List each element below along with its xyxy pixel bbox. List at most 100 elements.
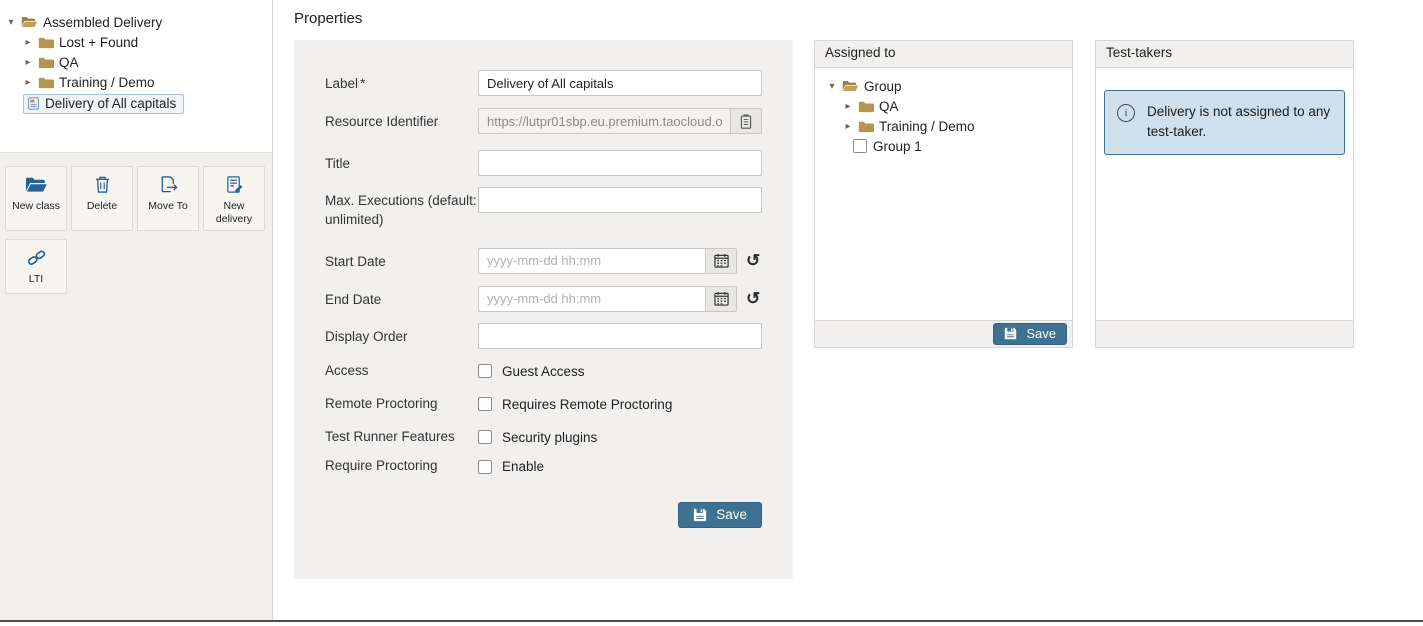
tree-item-label: Delivery of All capitals [45,96,176,111]
tree-item-label: Assembled Delivery [43,15,162,30]
info-icon: i [1117,104,1135,122]
new-delivery-button[interactable]: New delivery [203,166,265,231]
info-message: Delivery is not assigned to any test-tak… [1147,102,1332,143]
assigned-to-save-button[interactable]: Save [993,323,1067,345]
properties-form: Label* Resource Identifier Title Max. Ex… [294,40,793,579]
action-label: Delete [87,200,117,213]
remote-proctoring-row: Remote Proctoring Requires Remote Procto… [325,395,762,414]
tree-item-group[interactable]: ▾ Group [827,76,1064,96]
move-to-button[interactable]: Move To [137,166,199,231]
link-icon [27,248,46,267]
folder-open-icon [21,15,38,29]
test-takers-header: Test-takers [1096,41,1353,68]
new-delivery-icon [225,175,244,194]
group-1-checkbox[interactable] [853,139,867,153]
end-date-calendar-button[interactable] [705,286,737,312]
action-label: New delivery [206,200,262,226]
action-label: New class [12,200,60,213]
tree-item-group-1[interactable]: Group 1 [853,136,1064,156]
tree-item-assembled-delivery[interactable]: ▾ Assembled Delivery [6,12,264,32]
tree-item-qa[interactable]: ▸ QA [23,52,264,72]
new-class-button[interactable]: New class [5,166,67,231]
start-date-row: Start Date ↺ [325,248,762,274]
security-plugins-label: Security plugins [502,430,597,445]
caret-right-icon[interactable]: ▸ [23,37,33,48]
action-label: LTI [29,273,43,286]
enable-proctoring-label: Enable [502,459,544,474]
save-button-label: Save [1026,326,1056,341]
caret-right-icon[interactable]: ▸ [843,101,853,112]
trash-icon [94,175,111,194]
folder-icon [38,36,54,49]
start-date-input[interactable] [478,248,705,274]
resource-identifier-label: Resource Identifier [325,108,478,134]
caret-down-icon[interactable]: ▾ [6,17,16,28]
assigned-to-panel: Assigned to ▾ Group ▸ QA ▸ Training / De… [814,40,1073,348]
resource-identifier-input [478,108,730,134]
tree-item-training-demo-group[interactable]: ▸ Training / Demo [843,116,1064,136]
enable-proctoring-checkbox[interactable] [478,460,492,474]
caret-down-icon[interactable]: ▾ [827,81,837,92]
tree-item-training-demo[interactable]: ▸ Training / Demo [23,72,264,92]
copy-to-clipboard-button[interactable] [730,108,762,134]
caret-right-icon[interactable]: ▸ [843,121,853,132]
test-runner-features-row: Test Runner Features Security plugins [325,428,762,447]
caret-right-icon[interactable]: ▸ [23,77,33,88]
title-label: Title [325,150,478,176]
save-icon [1004,327,1017,340]
remote-proctoring-label: Remote Proctoring [325,395,478,414]
folder-open-icon [24,175,48,194]
required-asterisk: * [360,76,365,91]
label-row: Label* [325,70,762,96]
test-takers-body: i Delivery is not assigned to any test-t… [1096,68,1353,320]
field-label-text: Label [325,76,358,91]
lti-button[interactable]: LTI [5,239,67,294]
save-button[interactable]: Save [678,502,762,528]
max-executions-input[interactable] [478,187,762,213]
action-bar: New class Delete Move To New delivery LT… [0,153,272,302]
title-row: Title [325,150,762,176]
start-date-reset-icon[interactable]: ↺ [746,252,760,269]
tree-item-qa-group[interactable]: ▸ QA [843,96,1064,116]
requires-remote-proctoring-checkbox[interactable] [478,397,492,411]
label-input[interactable] [478,70,762,96]
tree-item-label: QA [59,55,79,70]
test-takers-footer [1096,320,1353,347]
tree-item-label: Group [864,79,902,94]
tree-item-label: Group 1 [873,139,922,154]
page-title: Properties [294,10,362,27]
tree-item-delivery-selected[interactable]: Delivery of All capitals [23,94,184,114]
start-date-calendar-button[interactable] [705,248,737,274]
bottom-divider [0,620,1423,622]
guest-access-checkbox-label: Guest Access [502,364,585,379]
save-icon [693,508,707,522]
clipboard-icon [740,114,752,129]
security-plugins-checkbox[interactable] [478,430,492,444]
end-date-input[interactable] [478,286,705,312]
folder-icon [858,100,874,113]
guest-access-checkbox[interactable] [478,364,492,378]
end-date-label: End Date [325,286,478,312]
end-date-reset-icon[interactable]: ↺ [746,290,760,307]
folder-icon [38,56,54,69]
calendar-icon [714,291,729,306]
test-runner-features-label: Test Runner Features [325,428,478,447]
caret-right-icon[interactable]: ▸ [23,57,33,68]
assigned-to-tree: ▾ Group ▸ QA ▸ Training / Demo Group 1 [815,68,1072,320]
delete-button[interactable]: Delete [71,166,133,231]
delivery-icon [27,97,40,110]
folder-icon [858,120,874,133]
tree-item-lost-found[interactable]: ▸ Lost + Found [23,32,264,52]
max-executions-row: Max. Executions (default: unlimited) [325,187,762,230]
tree-item-label: Training / Demo [59,75,155,90]
move-document-icon [159,175,178,194]
display-order-input[interactable] [478,323,762,349]
folder-open-icon [842,79,859,93]
access-row: Access Guest Access [325,362,762,381]
info-alert: i Delivery is not assigned to any test-t… [1104,90,1345,155]
save-button-label: Save [716,507,747,522]
assigned-to-header: Assigned to [815,41,1072,68]
require-proctoring-row: Require Proctoring Enable [325,457,762,476]
title-input[interactable] [478,150,762,176]
resource-identifier-row: Resource Identifier [325,108,762,134]
